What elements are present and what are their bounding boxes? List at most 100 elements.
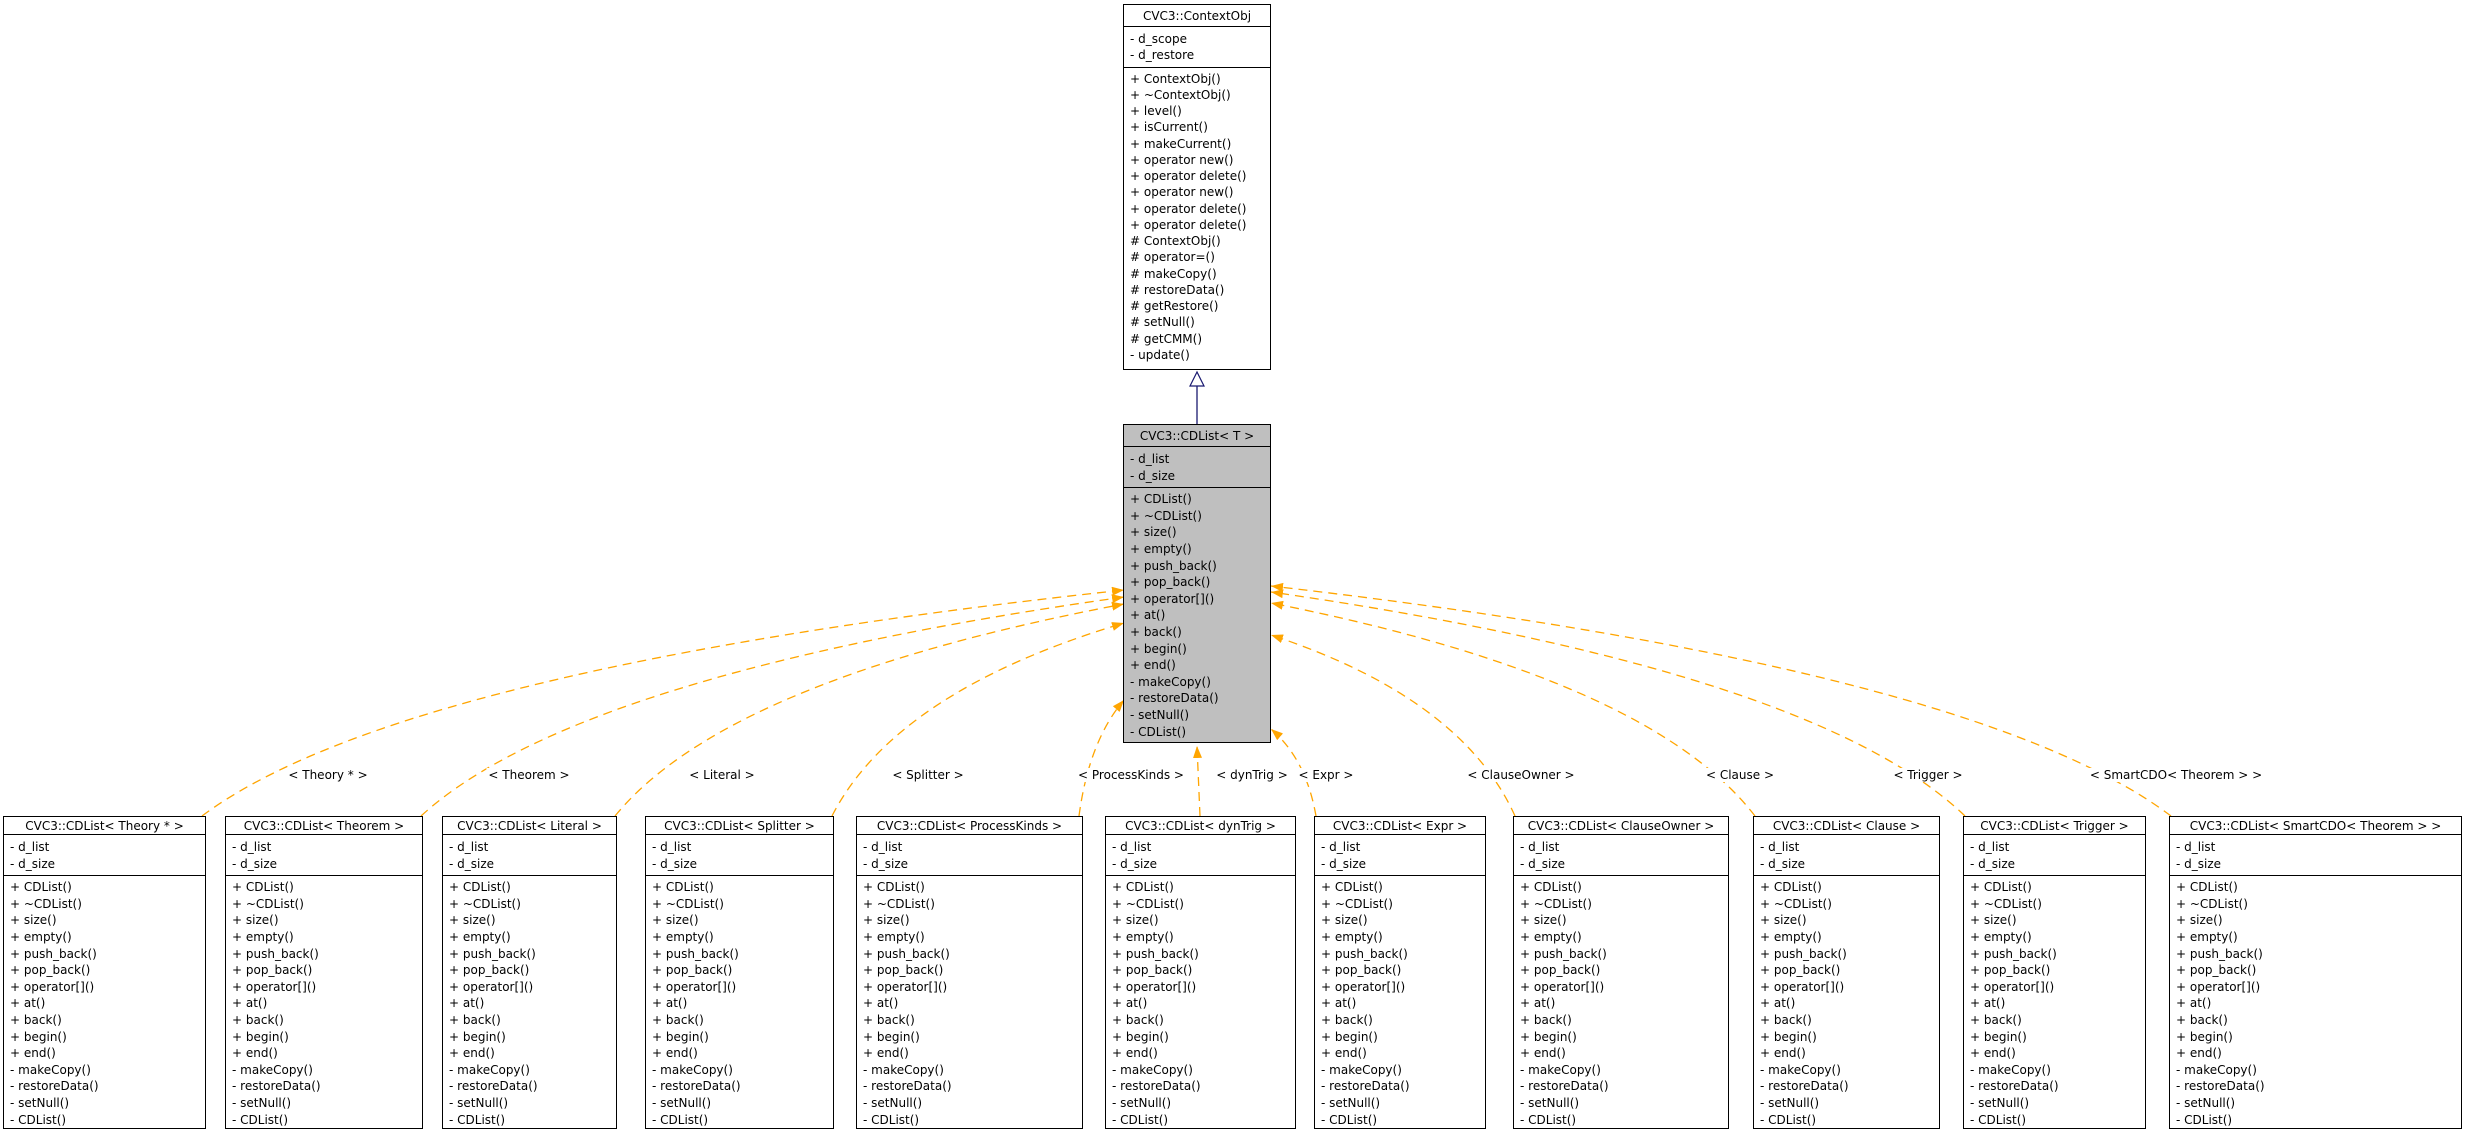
- method-row: + operator new(): [1130, 184, 1264, 200]
- class-attributes: - d_list- d_size: [1964, 835, 2145, 876]
- class-box-cdlist-trigger[interactable]: CVC3::CDList< Trigger > - d_list- d_size…: [1963, 816, 2146, 1129]
- class-methods: + CDList()+ ~CDList()+ size()+ empty()+ …: [1964, 876, 2145, 1129]
- class-box-cdlist-theory-ptr[interactable]: CVC3::CDList< Theory * > - d_list- d_siz…: [3, 816, 206, 1129]
- class-methods: + CDList()+ ~CDList()+ size()+ empty()+ …: [2170, 876, 2461, 1129]
- class-box-cdlist-processkinds[interactable]: CVC3::CDList< ProcessKinds > - d_list- d…: [856, 816, 1083, 1129]
- class-box-cdlist-template[interactable]: CVC3::CDList< T > - d_list- d_size + CDL…: [1123, 424, 1271, 743]
- class-box-cdlist-theorem[interactable]: CVC3::CDList< Theorem > - d_list- d_size…: [225, 816, 423, 1129]
- method-row: + at(): [232, 995, 416, 1012]
- method-row: + operator[](): [1130, 591, 1264, 608]
- method-row: + ~ContextObj(): [1130, 87, 1264, 103]
- class-title: CVC3::CDList< ClauseOwner >: [1514, 817, 1728, 835]
- attribute-row: - d_restore: [1130, 47, 1264, 63]
- method-row: # getRestore(): [1130, 298, 1264, 314]
- method-row: + ~CDList(): [1520, 896, 1722, 913]
- method-row: + size(): [1130, 524, 1264, 541]
- class-box-cdlist-dyntrig[interactable]: CVC3::CDList< dynTrig > - d_list- d_size…: [1105, 816, 1296, 1129]
- method-row: + push_back(): [1970, 946, 2139, 963]
- method-row: + end(): [449, 1045, 610, 1062]
- method-row: + at(): [2176, 995, 2455, 1012]
- method-row: + pop_back(): [863, 962, 1076, 979]
- attribute-row: - d_size: [863, 856, 1076, 873]
- method-row: - makeCopy(): [449, 1062, 610, 1079]
- class-box-cdlist-literal[interactable]: CVC3::CDList< Literal > - d_list- d_size…: [442, 816, 617, 1129]
- method-row: - restoreData(): [449, 1078, 610, 1095]
- method-row: # operator=(): [1130, 249, 1264, 265]
- method-row: - restoreData(): [10, 1078, 199, 1095]
- method-row: + push_back(): [10, 946, 199, 963]
- method-row: - setNull(): [10, 1095, 199, 1112]
- method-row: + ~CDList(): [10, 896, 199, 913]
- method-row: + operator[](): [652, 979, 827, 996]
- method-row: + level(): [1130, 103, 1264, 119]
- attribute-row: - d_list: [2176, 839, 2455, 856]
- class-attributes: - d_list- d_size: [1514, 835, 1728, 876]
- method-row: + operator[](): [2176, 979, 2455, 996]
- method-row: - setNull(): [449, 1095, 610, 1112]
- method-row: - makeCopy(): [1520, 1062, 1722, 1079]
- class-box-cdlist-smartcdo-theorem[interactable]: CVC3::CDList< SmartCDO< Theorem > > - d_…: [2169, 816, 2462, 1129]
- method-row: + size(): [1321, 912, 1479, 929]
- method-row: + end(): [232, 1045, 416, 1062]
- class-methods: + CDList()+ ~CDList()+ size()+ empty()+ …: [646, 876, 833, 1129]
- method-row: + pop_back(): [2176, 962, 2455, 979]
- method-row: - restoreData(): [652, 1078, 827, 1095]
- method-row: + size(): [1520, 912, 1722, 929]
- class-attributes: - d_list- d_size: [646, 835, 833, 876]
- edge-label-expr: < Expr >: [1297, 768, 1356, 782]
- class-box-cdlist-splitter[interactable]: CVC3::CDList< Splitter > - d_list- d_siz…: [645, 816, 834, 1129]
- method-row: + begin(): [232, 1029, 416, 1046]
- class-title: CVC3::CDList< SmartCDO< Theorem > >: [2170, 817, 2461, 835]
- method-row: - makeCopy(): [652, 1062, 827, 1079]
- method-row: + CDList(): [1112, 879, 1289, 896]
- edge-label-dyntrig: < dynTrig >: [1214, 768, 1290, 782]
- attribute-row: - d_size: [1130, 468, 1264, 485]
- method-row: - setNull(): [232, 1095, 416, 1112]
- attribute-row: - d_list: [1130, 451, 1264, 468]
- attribute-row: - d_size: [449, 856, 610, 873]
- method-row: + end(): [863, 1045, 1076, 1062]
- method-row: + end(): [1970, 1045, 2139, 1062]
- method-row: + CDList(): [449, 879, 610, 896]
- method-row: + operator[](): [232, 979, 416, 996]
- method-row: + push_back(): [1321, 946, 1479, 963]
- method-row: + CDList(): [1970, 879, 2139, 896]
- edge-label-clauseowner: < ClauseOwner >: [1465, 768, 1576, 782]
- method-row: + end(): [1130, 657, 1264, 674]
- method-row: - makeCopy(): [232, 1062, 416, 1079]
- method-row: + size(): [1760, 912, 1933, 929]
- class-box-cdlist-clause[interactable]: CVC3::CDList< Clause > - d_list- d_size …: [1753, 816, 1940, 1129]
- class-box-contextobj[interactable]: CVC3::ContextObj - d_scope- d_restore + …: [1123, 4, 1271, 370]
- method-row: + ~CDList(): [652, 896, 827, 913]
- class-title: CVC3::CDList< ProcessKinds >: [857, 817, 1082, 835]
- class-title: CVC3::CDList< dynTrig >: [1106, 817, 1295, 835]
- class-attributes: - d_scope- d_restore: [1124, 27, 1270, 68]
- method-row: + size(): [449, 912, 610, 929]
- method-row: # setNull(): [1130, 314, 1264, 330]
- method-row: - restoreData(): [1970, 1078, 2139, 1095]
- method-row: - restoreData(): [1321, 1078, 1479, 1095]
- attribute-row: - d_size: [2176, 856, 2455, 873]
- class-box-cdlist-clauseowner[interactable]: CVC3::CDList< ClauseOwner > - d_list- d_…: [1513, 816, 1729, 1129]
- attribute-row: - d_size: [232, 856, 416, 873]
- method-row: + back(): [1321, 1012, 1479, 1029]
- method-row: + empty(): [1112, 929, 1289, 946]
- method-row: + push_back(): [232, 946, 416, 963]
- method-row: + back(): [652, 1012, 827, 1029]
- attribute-row: - d_scope: [1130, 31, 1264, 47]
- method-row: + at(): [449, 995, 610, 1012]
- method-row: + begin(): [1112, 1029, 1289, 1046]
- method-row: + begin(): [2176, 1029, 2455, 1046]
- class-title: CVC3::CDList< Theorem >: [226, 817, 422, 835]
- method-row: + pop_back(): [449, 962, 610, 979]
- inheritance-edge: [1190, 372, 1204, 424]
- method-row: + end(): [1520, 1045, 1722, 1062]
- method-row: + ~CDList(): [863, 896, 1076, 913]
- class-box-cdlist-expr[interactable]: CVC3::CDList< Expr > - d_list- d_size + …: [1314, 816, 1486, 1129]
- method-row: + at(): [1112, 995, 1289, 1012]
- class-attributes: - d_list- d_size: [1106, 835, 1295, 876]
- edge-label-theory-ptr: < Theory * >: [286, 768, 369, 782]
- method-row: + operator[](): [1760, 979, 1933, 996]
- method-row: + begin(): [652, 1029, 827, 1046]
- method-row: + back(): [449, 1012, 610, 1029]
